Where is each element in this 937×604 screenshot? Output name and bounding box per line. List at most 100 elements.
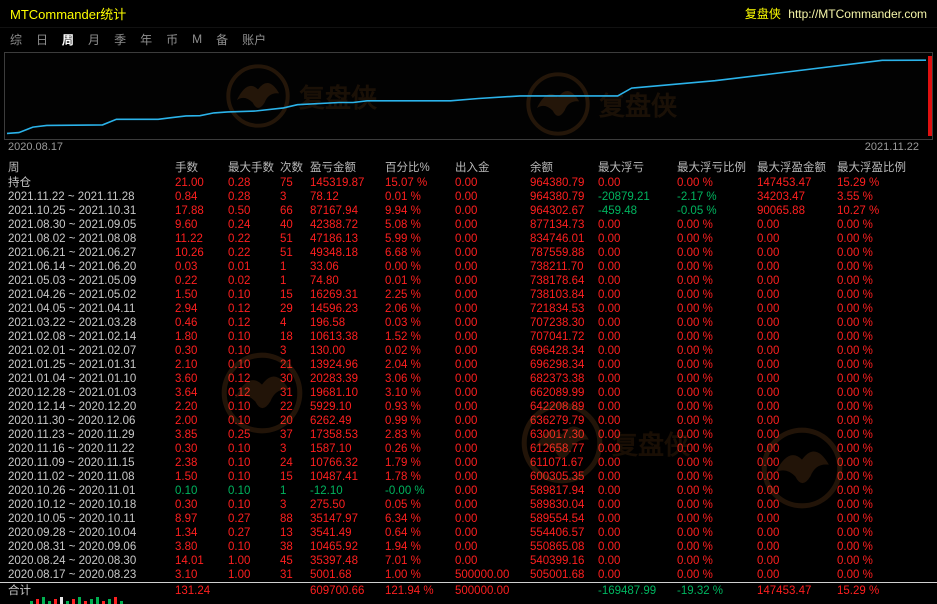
table-row[interactable]: 2020.10.05 ~ 2020.10.118.970.278835147.9… xyxy=(0,512,937,526)
column-header-pnl[interactable]: 盈亏金额 xyxy=(310,161,385,176)
column-header-period[interactable]: 周 xyxy=(8,161,175,176)
brand-area: 复盘侠 http://MTCommander.com xyxy=(745,5,927,22)
cell-pct: 2.83 % xyxy=(385,428,455,442)
menu-tab-M[interactable]: M xyxy=(192,32,202,46)
cell-mfpp: 3.55 % xyxy=(837,190,922,204)
column-header-count[interactable]: 次数 xyxy=(280,161,310,176)
cell-pnl: 130.00 xyxy=(310,344,385,358)
table-row[interactable]: 2021.06.14 ~ 2021.06.200.030.01133.060.0… xyxy=(0,260,937,274)
table-row[interactable]: 2021.08.30 ~ 2021.09.059.600.244042388.7… xyxy=(0,218,937,232)
table-row[interactable]: 2020.08.24 ~ 2020.08.3014.011.004535397.… xyxy=(0,554,937,568)
cell-in_out: 0.00 xyxy=(455,484,530,498)
cell-in_out: 0.00 xyxy=(455,218,530,232)
cell-lots: 3.60 xyxy=(175,372,228,386)
cell-period: 2021.08.30 ~ 2021.09.05 xyxy=(8,218,175,232)
table-row[interactable]: 2021.11.22 ~ 2021.11.280.840.28378.120.0… xyxy=(0,190,937,204)
table-row[interactable]: 2021.03.22 ~ 2021.03.280.460.124196.580.… xyxy=(0,316,937,330)
table-row[interactable]: 2021.01.04 ~ 2021.01.103.600.123020283.3… xyxy=(0,372,937,386)
cell-mfl: 0.00 xyxy=(598,456,677,470)
column-header-mfp[interactable]: 最大浮盈金额 xyxy=(757,161,837,176)
menu-tab-月[interactable]: 月 xyxy=(88,31,100,48)
equity-curve-chart[interactable]: 复盘侠 复盘侠 xyxy=(4,52,933,140)
table-row[interactable]: 2020.08.17 ~ 2020.08.233.101.00315001.68… xyxy=(0,568,937,582)
cell-count: 40 xyxy=(280,218,310,232)
cell-count: 31 xyxy=(280,568,310,582)
column-header-lots[interactable]: 手数 xyxy=(175,161,228,176)
cell-count: 18 xyxy=(280,330,310,344)
cell-lots: 14.01 xyxy=(175,554,228,568)
cell-in_out: 0.00 xyxy=(455,372,530,386)
cell-balance: 554406.57 xyxy=(530,526,598,540)
table-row[interactable]: 2020.11.30 ~ 2020.12.062.000.10206262.49… xyxy=(0,414,937,428)
menu-tab-日[interactable]: 日 xyxy=(36,31,48,48)
table-row[interactable]: 2021.04.05 ~ 2021.04.112.940.122914596.2… xyxy=(0,302,937,316)
table-row[interactable]: 2020.11.09 ~ 2020.11.152.380.102410766.3… xyxy=(0,456,937,470)
table-row[interactable]: 持仓21.000.2875145319.8715.07 %0.00964380.… xyxy=(0,176,937,190)
table-row[interactable]: 2020.08.31 ~ 2020.09.063.800.103810465.9… xyxy=(0,540,937,554)
table-row[interactable]: 2021.02.08 ~ 2021.02.141.800.101810613.3… xyxy=(0,330,937,344)
column-header-pct[interactable]: 百分比% xyxy=(385,161,455,176)
cell-mfp: 0.00 xyxy=(757,568,837,582)
table-row[interactable]: 2020.11.23 ~ 2020.11.293.850.253717358.5… xyxy=(0,428,937,442)
cell-mfpp: 0.00 % xyxy=(837,330,922,344)
cell-mfpp: 0.00 % xyxy=(837,442,922,456)
cell-count: 3 xyxy=(280,442,310,456)
cell-mflp: 0.00 % xyxy=(677,442,757,456)
cell-mfp: 0.00 xyxy=(757,484,837,498)
brand-url-link[interactable]: http://MTCommander.com xyxy=(788,7,927,21)
menu-tab-年[interactable]: 年 xyxy=(140,31,152,48)
table-row[interactable]: 2020.11.16 ~ 2020.11.220.300.1031587.100… xyxy=(0,442,937,456)
column-header-mflp[interactable]: 最大浮亏比例 xyxy=(677,161,757,176)
cell-period: 2021.05.03 ~ 2021.05.09 xyxy=(8,274,175,288)
cell-pct: 2.04 % xyxy=(385,358,455,372)
cell-lots: 3.85 xyxy=(175,428,228,442)
table-total-row[interactable]: 合计131.24609700.66121.94 %500000.00-16948… xyxy=(0,582,937,598)
cell-in_out: 0.00 xyxy=(455,540,530,554)
table-row[interactable]: 2020.11.02 ~ 2020.11.081.500.101510487.4… xyxy=(0,470,937,484)
column-header-balance[interactable]: 余额 xyxy=(530,161,598,176)
table-row[interactable]: 2020.10.12 ~ 2020.10.180.300.103275.500.… xyxy=(0,498,937,512)
table-row[interactable]: 2020.12.28 ~ 2021.01.033.640.123119681.1… xyxy=(0,386,937,400)
cell-pnl: 3541.49 xyxy=(310,526,385,540)
menu-tab-周[interactable]: 周 xyxy=(62,31,74,48)
column-header-mfpp[interactable]: 最大浮盈比例 xyxy=(837,161,922,176)
chart-cursor-bar[interactable] xyxy=(928,56,932,136)
menu-tab-账户[interactable]: 账户 xyxy=(242,31,266,48)
table-row[interactable]: 2021.08.02 ~ 2021.08.0811.220.225147186.… xyxy=(0,232,937,246)
table-row[interactable]: 2020.10.26 ~ 2020.11.010.100.101-12.10-0… xyxy=(0,484,937,498)
cell-mfpp: 0.00 % xyxy=(837,414,922,428)
cell-in_out: 500000.00 xyxy=(455,568,530,582)
cell-mflp: 0.00 % xyxy=(677,540,757,554)
cell-mflp: 0.00 % xyxy=(677,526,757,540)
cell-mfpp: 0.00 % xyxy=(837,456,922,470)
table-row[interactable]: 2021.06.21 ~ 2021.06.2710.260.225149348.… xyxy=(0,246,937,260)
cell-mflp: 0.00 % xyxy=(677,260,757,274)
menu-tab-综[interactable]: 综 xyxy=(10,31,22,48)
cell-mfl: 0.00 xyxy=(598,176,677,190)
column-header-max_lots[interactable]: 最大手数 xyxy=(228,161,280,176)
table-row[interactable]: 2020.09.28 ~ 2020.10.041.340.27133541.49… xyxy=(0,526,937,540)
table-row[interactable]: 2020.12.14 ~ 2020.12.202.200.10225929.10… xyxy=(0,400,937,414)
table-row[interactable]: 2021.02.01 ~ 2021.02.070.300.103130.000.… xyxy=(0,344,937,358)
cell-mfl: 0.00 xyxy=(598,218,677,232)
table-row[interactable]: 2021.04.26 ~ 2021.05.021.500.101516269.3… xyxy=(0,288,937,302)
cell-period: 2020.11.16 ~ 2020.11.22 xyxy=(8,442,175,456)
table-header-row: 周手数最大手数次数盈亏金额百分比%出入金余额最大浮亏最大浮亏比例最大浮盈金额最大… xyxy=(0,161,937,176)
cell-pct: 0.99 % xyxy=(385,414,455,428)
cell-pnl: 87167.94 xyxy=(310,204,385,218)
menu-bar: 综日周月季年币M备账户 xyxy=(0,28,937,50)
cell-balance: 721834.53 xyxy=(530,302,598,316)
column-header-mfl[interactable]: 最大浮亏 xyxy=(598,161,677,176)
cell-max_lots: 0.28 xyxy=(228,190,280,204)
menu-tab-备[interactable]: 备 xyxy=(216,31,228,48)
menu-tab-季[interactable]: 季 xyxy=(114,31,126,48)
cell-mfpp: 0.00 % xyxy=(837,554,922,568)
cell-balance-total xyxy=(530,583,598,598)
table-row[interactable]: 2021.05.03 ~ 2021.05.090.220.02174.800.0… xyxy=(0,274,937,288)
cell-pnl: 35147.97 xyxy=(310,512,385,526)
cell-count: 21 xyxy=(280,358,310,372)
menu-tab-币[interactable]: 币 xyxy=(166,31,178,48)
table-row[interactable]: 2021.10.25 ~ 2021.10.3117.880.506687167.… xyxy=(0,204,937,218)
column-header-in_out[interactable]: 出入金 xyxy=(455,161,530,176)
table-row[interactable]: 2021.01.25 ~ 2021.01.312.100.102113924.9… xyxy=(0,358,937,372)
